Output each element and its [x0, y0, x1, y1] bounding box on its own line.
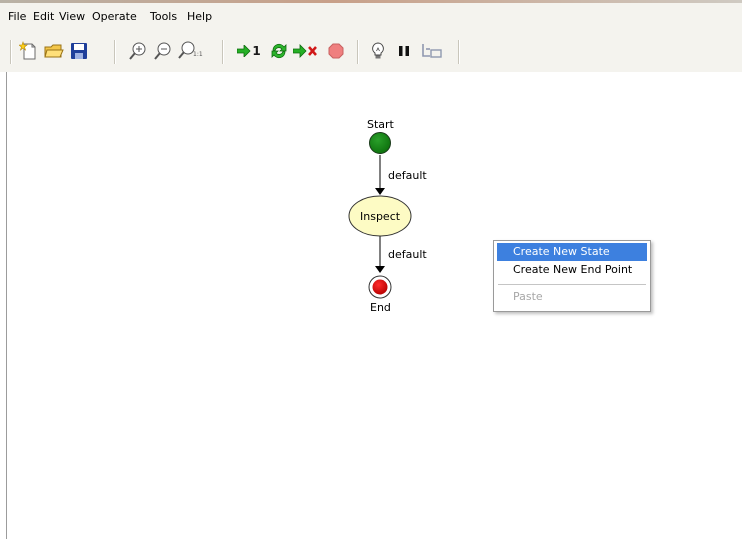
- stop-button[interactable]: [326, 39, 346, 63]
- toolbar: 1:1 1: [0, 31, 742, 73]
- context-menu: Create New State Create New End Point Pa…: [493, 240, 651, 312]
- toolbar-separator: [458, 40, 460, 64]
- end-label: End: [370, 301, 391, 314]
- step-one-button[interactable]: 1: [236, 39, 262, 63]
- menu-help[interactable]: Help: [187, 10, 212, 23]
- edge-label-default: default: [388, 169, 427, 182]
- pause-icon: [399, 46, 409, 56]
- menu-operate[interactable]: Operate: [92, 10, 137, 23]
- new-icon: [19, 41, 36, 60]
- stop-icon: [328, 43, 344, 59]
- edge-arrowhead: [375, 266, 385, 273]
- menu-separator: [498, 284, 646, 285]
- zoom-out-icon: [154, 42, 171, 60]
- menu-tools[interactable]: Tools: [150, 10, 177, 23]
- menu-create-new-state-label: Create New State: [513, 245, 610, 258]
- cycle-icon: [271, 43, 287, 59]
- menu-view[interactable]: View: [59, 10, 85, 23]
- remove-button[interactable]: [292, 39, 320, 63]
- pause-button[interactable]: [394, 39, 414, 63]
- start-node[interactable]: [369, 132, 391, 154]
- branch-button[interactable]: [420, 39, 444, 63]
- remove-icon: [293, 44, 317, 58]
- toolbar-separator: [114, 40, 116, 64]
- zoom-actual-label: 1:1: [193, 51, 203, 58]
- open-button[interactable]: [43, 39, 65, 63]
- new-button[interactable]: [18, 39, 40, 63]
- step-one-label: 1: [252, 44, 261, 58]
- toolbar-separator: [357, 40, 359, 64]
- menu-edit[interactable]: Edit: [33, 10, 54, 23]
- save-button[interactable]: [68, 39, 90, 63]
- inspect-label: Inspect: [360, 210, 401, 223]
- menu-file[interactable]: File: [8, 10, 26, 23]
- menu-paste-label: Paste: [513, 290, 543, 303]
- step-one-icon: [237, 45, 251, 57]
- branch-icon: [422, 44, 442, 58]
- lightbulb-icon: [372, 42, 384, 59]
- save-icon: [71, 43, 87, 59]
- canvas-left-border: [6, 72, 7, 539]
- toolbar-separator: [222, 40, 224, 64]
- edge-label-default: default: [388, 248, 427, 261]
- menu-create-new-state[interactable]: Create New State: [497, 243, 647, 261]
- menu-paste[interactable]: Paste: [497, 288, 647, 306]
- open-folder-icon: [44, 44, 64, 58]
- zoom-in-icon: [129, 42, 146, 60]
- zoom-actual-button[interactable]: 1:1: [177, 39, 203, 63]
- menu-create-new-end-point-label: Create New End Point: [513, 263, 633, 276]
- cycle-button[interactable]: [268, 39, 290, 63]
- end-node-core: [372, 279, 388, 295]
- edge-arrowhead: [375, 188, 385, 195]
- start-label: Start: [367, 118, 394, 131]
- zoom-out-button[interactable]: [152, 39, 174, 63]
- menu-bar: File Edit View Operate Tools Help: [0, 3, 742, 31]
- menu-create-new-end-point[interactable]: Create New End Point: [497, 261, 647, 279]
- toolbar-separator: [10, 40, 12, 64]
- zoom-in-button[interactable]: [127, 39, 149, 63]
- lightbulb-button[interactable]: [368, 39, 388, 63]
